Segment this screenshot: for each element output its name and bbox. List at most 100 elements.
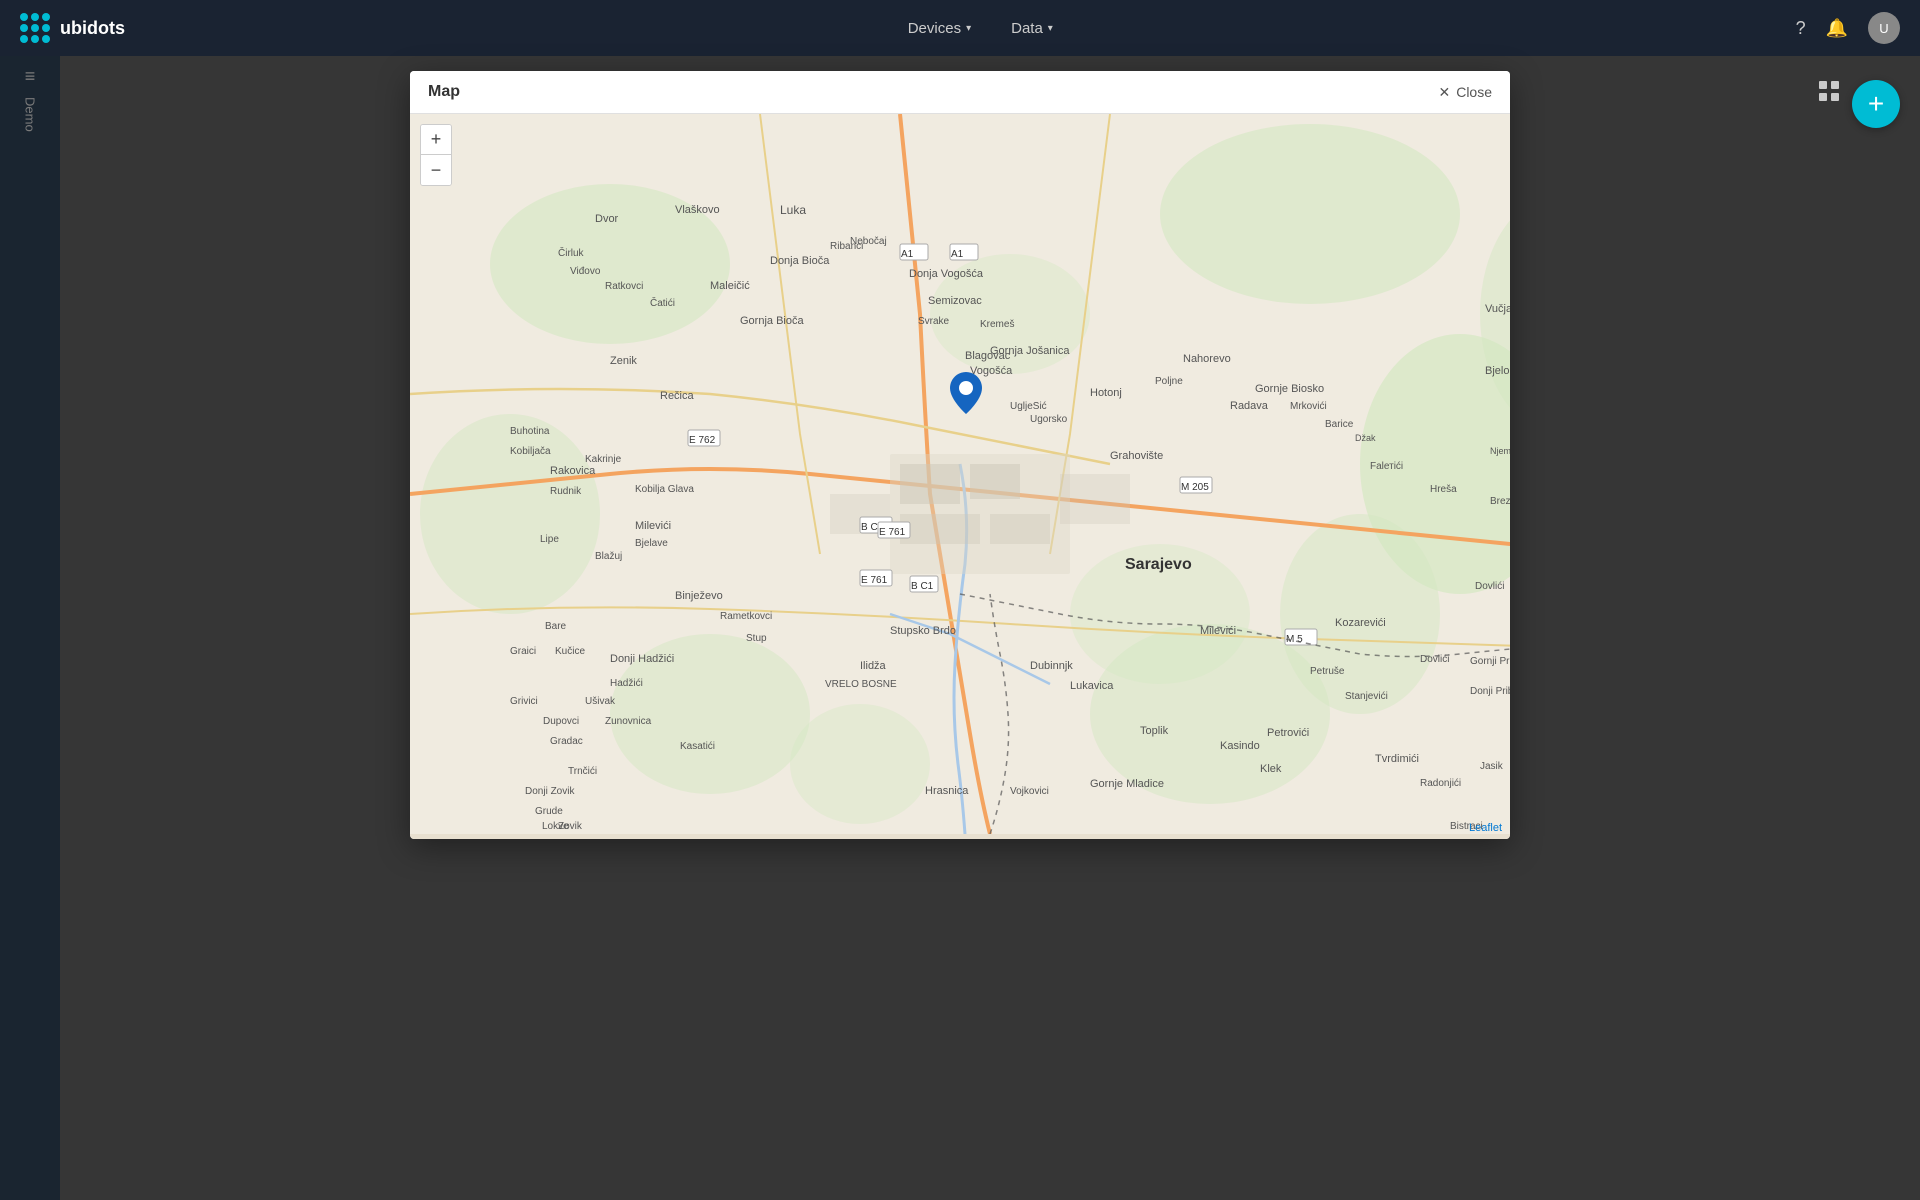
svg-text:Dubinnjk: Dubinnjk [1030, 660, 1073, 672]
svg-text:Kobiljača: Kobiljača [510, 446, 551, 457]
svg-text:Hrasnica: Hrasnica [925, 785, 969, 797]
nav-data-arrow: ▾ [1048, 23, 1053, 34]
nav-data[interactable]: Data ▾ [1011, 20, 1053, 37]
svg-text:Poljne: Poljne [1155, 376, 1183, 387]
svg-text:Dvor: Dvor [595, 213, 619, 225]
svg-text:Kremeš: Kremeš [980, 319, 1014, 330]
svg-text:Svrakе: Svrakе [918, 316, 950, 327]
map-modal: Map ✕ Close [410, 71, 1510, 839]
svg-text:Grude: Grude [535, 806, 563, 817]
svg-text:Donja Vogošća: Donja Vogošća [909, 268, 984, 280]
map-close-button[interactable]: ✕ Close [1438, 84, 1492, 101]
nav-data-label: Data [1011, 20, 1043, 37]
svg-text:Hreša: Hreša [1430, 484, 1457, 495]
zoom-out-icon: − [431, 160, 442, 181]
help-icon: ? [1796, 18, 1806, 38]
close-label: Close [1456, 84, 1492, 100]
brand-logo [20, 13, 50, 43]
svg-text:UgljeSić: UgljeSić [1010, 401, 1047, 412]
svg-text:Stanjevići: Stanjevići [1345, 691, 1388, 702]
svg-text:Trnčići: Trnčići [568, 766, 597, 777]
svg-text:Zovik: Zovik [558, 821, 583, 832]
svg-text:Blažuj: Blažuj [595, 551, 622, 562]
zoom-in-button[interactable]: + [421, 125, 451, 155]
svg-text:Klek: Klek [1260, 763, 1282, 775]
svg-text:Barice: Barice [1325, 419, 1354, 430]
svg-text:Buhotina: Buhotina [510, 426, 550, 437]
map-controls: + − [420, 124, 452, 186]
svg-text:Gornja Bioča: Gornja Bioča [740, 315, 804, 327]
svg-text:Bjelave: Bjelave [635, 538, 668, 549]
svg-text:Petruše: Petruše [1310, 666, 1345, 677]
nav-devices[interactable]: Devices ▾ [908, 20, 971, 37]
svg-text:Hotonj: Hotonj [1090, 387, 1122, 399]
map-modal-title: Map [428, 83, 460, 101]
svg-text:Stup: Stup [746, 633, 767, 644]
bell-icon: 🔔 [1826, 18, 1848, 38]
svg-text:Dupovci: Dupovci [543, 716, 579, 727]
svg-text:Е 761: Е 761 [861, 575, 888, 586]
svg-text:VRELO BOSNE: VRELO BOSNE [825, 679, 897, 690]
svg-text:Ribanci: Ribanci [830, 241, 863, 252]
brand-name: ubidots [60, 18, 125, 39]
zoom-in-icon: + [431, 129, 442, 150]
svg-text:Njemanica: Njemanica [1490, 446, 1510, 456]
grid-view-button[interactable] [1818, 80, 1840, 108]
svg-text:Gornje Biosko: Gornje Biosko [1255, 383, 1324, 395]
map-svg: Dvor Čirluk Vlaškovo Luka Nebočaj Donja … [410, 114, 1510, 834]
svg-text:M 205: M 205 [1181, 482, 1209, 493]
svg-text:Semizovac: Semizovac [928, 295, 982, 307]
svg-text:Gornje Mladice: Gornje Mladice [1090, 778, 1164, 790]
svg-text:Viđovo: Viđovo [570, 266, 601, 277]
svg-text:Ušivak: Ušivak [585, 696, 616, 707]
svg-text:Ugorsko: Ugorsko [1030, 414, 1068, 425]
svg-text:В С1: В С1 [911, 581, 934, 592]
svg-text:Bare: Bare [545, 621, 567, 632]
svg-text:Bjelogorci: Bjelogorci [1485, 365, 1510, 377]
svg-text:Nahorevo: Nahorevo [1183, 353, 1231, 365]
svg-text:Sarajevo: Sarajevo [1125, 556, 1192, 573]
svg-text:Radonjići: Radonjići [1420, 778, 1461, 789]
svg-text:Binježevo: Binježevo [675, 590, 723, 602]
add-icon: + [1868, 88, 1884, 120]
modal-overlay[interactable]: Map ✕ Close [0, 56, 1920, 1200]
svg-text:Gornja Jošanica: Gornja Jošanica [990, 345, 1070, 357]
svg-text:Hadžići: Hadžići [610, 678, 643, 689]
svg-text:Grahovište: Grahovište [1110, 450, 1163, 462]
svg-text:Zenik: Zenik [610, 355, 637, 367]
svg-text:А1: А1 [901, 249, 914, 260]
svg-text:Stupsko Brdo: Stupsko Brdo [890, 625, 956, 637]
svg-text:Zunovnica: Zunovnica [605, 716, 652, 727]
navbar-center: Devices ▾ Data ▾ [165, 20, 1796, 37]
svg-text:Čatići: Čatići [650, 296, 675, 309]
svg-text:Dovlići: Dovlići [1475, 581, 1504, 592]
svg-text:Grivici: Grivici [510, 696, 538, 707]
svg-text:Rudnik: Rudnik [550, 486, 582, 497]
svg-text:А1: А1 [951, 249, 964, 260]
avatar[interactable]: U [1868, 12, 1900, 44]
navbar: ubidots Devices ▾ Data ▾ ? 🔔 U [0, 0, 1920, 56]
svg-text:Brezov: Brezov [1490, 496, 1510, 507]
svg-text:Donji Zovik: Donji Zovik [525, 786, 575, 797]
svg-text:Jasik: Jasik [1480, 761, 1504, 772]
leaflet-attribution[interactable]: Leaflet [1469, 822, 1502, 834]
zoom-out-button[interactable]: − [421, 155, 451, 185]
notifications-button[interactable]: 🔔 [1826, 18, 1848, 39]
brand[interactable]: ubidots [20, 13, 125, 43]
nav-devices-label: Devices [908, 20, 961, 37]
svg-text:Donji Hadžići: Donji Hadžići [610, 653, 674, 665]
map-pin [950, 372, 982, 419]
svg-text:Е 761: Е 761 [879, 527, 906, 538]
svg-text:Falетići: Falетići [1370, 461, 1403, 472]
close-x-icon: ✕ [1438, 84, 1450, 101]
map-container: Dvor Čirluk Vlaškovo Luka Nebočaj Donja … [410, 114, 1510, 839]
help-button[interactable]: ? [1796, 18, 1806, 39]
svg-text:Vojkovici: Vojkovici [1010, 786, 1049, 797]
svg-text:Lipe: Lipe [540, 534, 559, 545]
svg-text:Kučice: Kučice [555, 646, 585, 657]
svg-text:Tvrdimići: Tvrdimići [1375, 753, 1419, 765]
svg-text:Donja Bioča: Donja Bioča [770, 255, 830, 267]
add-button[interactable]: + [1852, 80, 1900, 128]
svg-text:Mrkovići: Mrkovići [1290, 401, 1327, 412]
svg-text:Rametkovci: Rametkovci [720, 611, 772, 622]
